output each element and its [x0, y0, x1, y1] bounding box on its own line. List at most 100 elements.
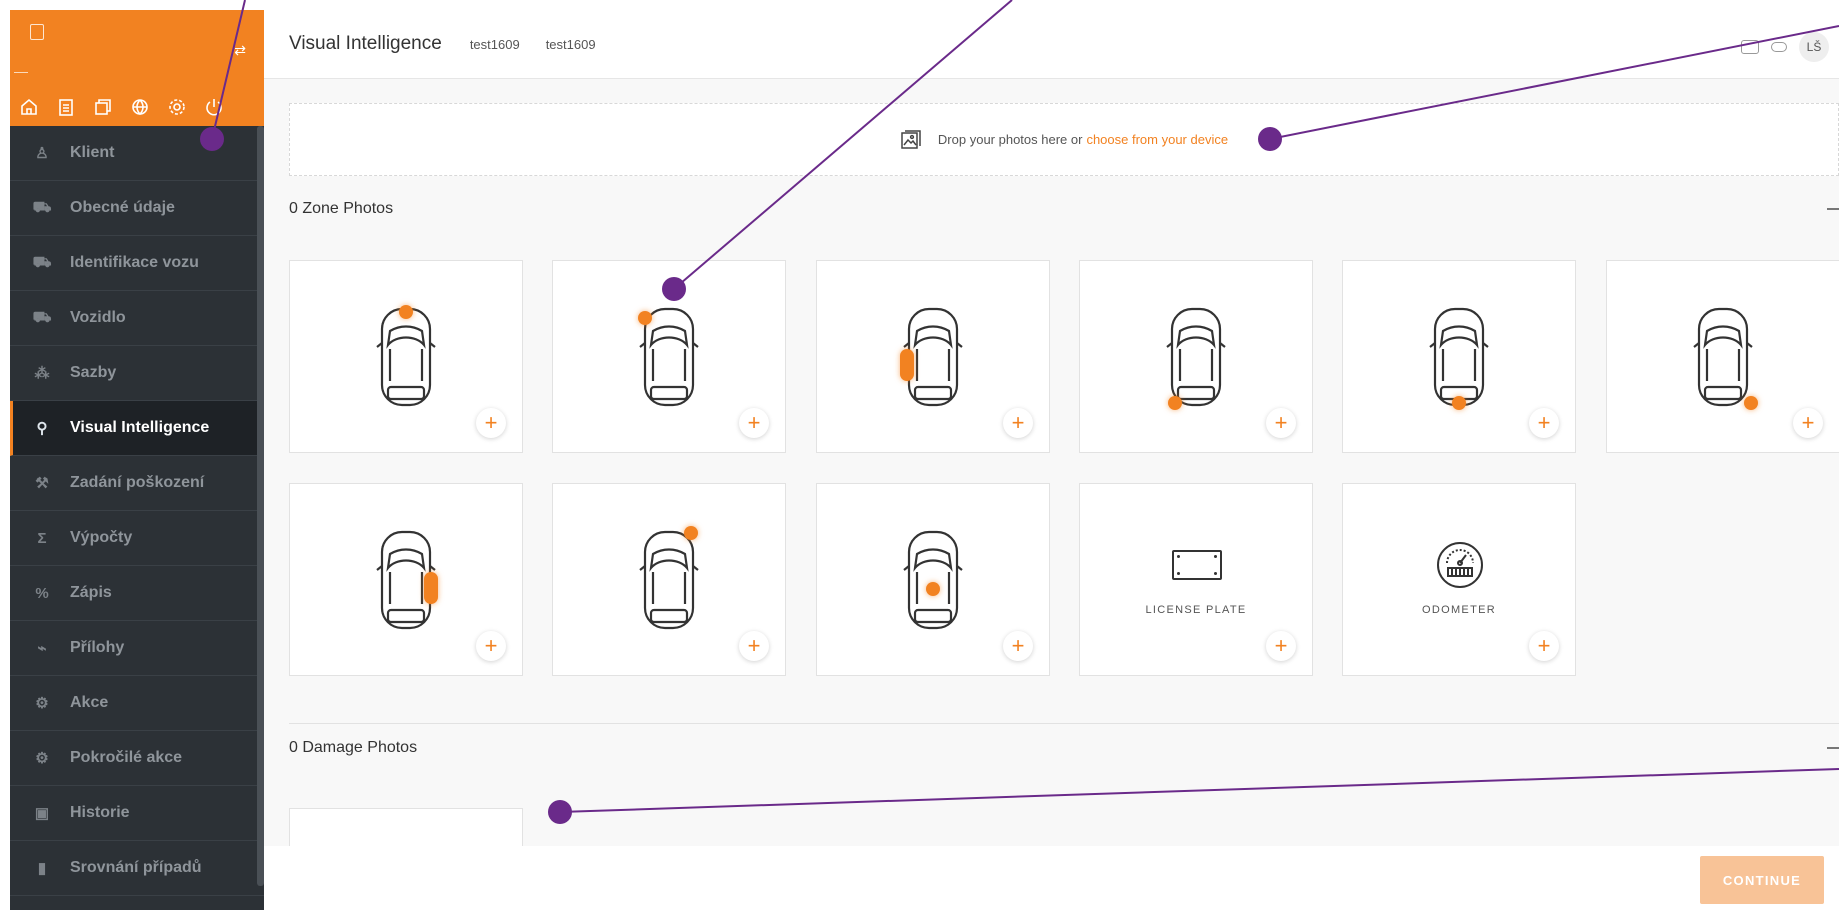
sidebar-item-label: Přílohy: [70, 639, 125, 656]
zone-card-right-side[interactable]: +: [289, 483, 523, 676]
zone-collapse-button[interactable]: [1827, 208, 1839, 210]
avatar[interactable]: LŠ: [1799, 32, 1829, 62]
page-title: Visual Intelligence: [289, 33, 442, 54]
odometer-icon: [1435, 540, 1485, 590]
add-photo-button[interactable]: +: [476, 408, 506, 438]
sidebar-item-vozidlo[interactable]: ⛟ Vozidlo: [10, 291, 264, 346]
car-outline-icon: [639, 528, 699, 632]
toggle-icon[interactable]: [1771, 42, 1787, 52]
sidebar-item-label: Historie: [70, 804, 130, 821]
continue-button[interactable]: CONTINUE: [1700, 856, 1824, 904]
image-upload-icon: [901, 129, 921, 149]
gears-icon: ⚙: [35, 695, 49, 712]
gear-icon[interactable]: [164, 94, 190, 120]
damage-photos-title: 0 Damage Photos: [289, 739, 418, 756]
sidebar-item-label: Zápis: [70, 584, 112, 601]
sidebar-item-label: Klient: [70, 144, 115, 161]
zone-marker: [399, 305, 413, 319]
zone-marker: [424, 572, 438, 604]
add-photo-button[interactable]: +: [739, 631, 769, 661]
history-icon: ▣: [34, 805, 50, 822]
coins-icon: ⁂: [34, 365, 50, 382]
dropzone-text: Drop your photos here or: [937, 132, 1083, 147]
license-plate-icon: [1172, 550, 1222, 580]
sidebar-item-sazby[interactable]: ⁂ Sazby: [10, 346, 264, 401]
bars-icon: ▮: [37, 860, 47, 877]
sidebar-scrollbar[interactable]: [257, 126, 264, 886]
sidebar-menu: ♙ Klient ⛟ Obecné údaje ⛟ Identifikace vozu…: [10, 126, 264, 896]
sidebar: ⇄ ♙ Klient ⛟ Obecné údaje ⛟ Identifikace vo…: [10, 10, 264, 910]
zone-card-rear-left[interactable]: +: [1079, 260, 1313, 453]
zone-card-license-plate[interactable]: LICENSE PLATE +: [1079, 483, 1313, 676]
sidebar-item-label: Visual Intelligence: [70, 419, 210, 436]
sidebar-item-identifikace-vozu[interactable]: ⛟ Identifikace vozu: [10, 236, 264, 291]
license-plate-label: LICENSE PLATE: [1145, 604, 1247, 616]
choose-from-device-link[interactable]: choose from your device: [1086, 132, 1228, 147]
car-front-icon: ⛟: [32, 253, 52, 271]
sidebar-item-historie[interactable]: ▣ Historie: [10, 786, 264, 841]
zone-marker: [900, 349, 914, 381]
odometer-label: ODOMETER: [1422, 604, 1496, 616]
add-photo-button[interactable]: +: [1793, 408, 1823, 438]
zone-card-interior[interactable]: +: [816, 483, 1050, 676]
add-photo-button[interactable]: +: [739, 408, 769, 438]
section-divider: [289, 723, 1839, 724]
zone-card-rear[interactable]: +: [1342, 260, 1576, 453]
collapse-arrows-icon[interactable]: ⇄: [234, 42, 246, 59]
divider: [14, 72, 28, 73]
car-outline-icon: [1429, 305, 1489, 409]
sidebar-item-label: Zadání poškození: [70, 474, 205, 491]
breadcrumb-subcase: test1609: [545, 36, 596, 52]
sidebar-header: ⇄: [10, 10, 264, 126]
header: Visual Intelligence test1609 test1609 LŠ: [264, 10, 1839, 79]
hammer-icon: ⚒: [35, 475, 49, 492]
person-icon: ♙: [35, 145, 49, 162]
sidebar-item-label: Srovnání případů: [70, 859, 202, 876]
power-icon[interactable]: [201, 94, 227, 120]
sidebar-item-klient[interactable]: ♙ Klient: [10, 126, 264, 181]
add-photo-button[interactable]: +: [476, 631, 506, 661]
home-icon[interactable]: [16, 94, 42, 120]
clipboard-icon[interactable]: [53, 94, 79, 120]
sidebar-item-vypocty[interactable]: Σ Výpočty: [10, 511, 264, 566]
copy-icon[interactable]: [90, 94, 116, 120]
zone-marker: [926, 582, 940, 596]
magnifier-icon: ⚲: [36, 420, 48, 437]
zone-card-front[interactable]: +: [289, 260, 523, 453]
add-photo-button[interactable]: +: [1529, 408, 1559, 438]
zone-card-front-right[interactable]: +: [552, 483, 786, 676]
sidebar-item-label: Pokročilé akce: [70, 749, 183, 766]
photo-dropzone[interactable]: Drop your photos here or choose from you…: [289, 103, 1839, 176]
add-photo-button[interactable]: +: [1529, 631, 1559, 661]
zone-card-left-side[interactable]: +: [816, 260, 1050, 453]
sidebar-item-zadani-poskozeni[interactable]: ⚒ Zadání poškození: [10, 456, 264, 511]
damage-collapse-button[interactable]: [1827, 747, 1839, 749]
sidebar-item-akce[interactable]: ⚙ Akce: [10, 676, 264, 731]
sidebar-item-label: Vozidlo: [70, 309, 126, 326]
zone-marker: [1168, 396, 1182, 410]
zone-card-odometer[interactable]: ODOMETER +: [1342, 483, 1576, 676]
add-photo-button[interactable]: +: [1266, 631, 1296, 661]
add-photo-button[interactable]: +: [1003, 408, 1033, 438]
globe-icon[interactable]: [127, 94, 153, 120]
sidebar-item-srovnani-pripadu[interactable]: ▮ Srovnání případů: [10, 841, 264, 896]
sidebar-item-visual-intelligence[interactable]: ⚲ Visual Intelligence: [10, 401, 264, 456]
app-window: ⇄ ♙ Klient ⛟ Obecné údaje ⛟ Identifikace vo…: [0, 0, 1839, 910]
sidebar-item-pokrocile-akce[interactable]: ⚙ Pokročilé akce: [10, 731, 264, 786]
sidebar-item-obecne-udaje[interactable]: ⛟ Obecné údaje: [10, 181, 264, 236]
sidebar-item-prilohy[interactable]: ⌁ Přílohy: [10, 621, 264, 676]
car-front-icon: ⛟: [32, 308, 52, 326]
sidebar-item-label: Obecné údaje: [70, 199, 175, 216]
sidebar-item-zapis[interactable]: % Zápis: [10, 566, 264, 621]
sigma-icon: Σ: [37, 529, 47, 547]
car-outline-icon: [1693, 305, 1753, 409]
main-content: Visual Intelligence test1609 test1609 LŠ…: [264, 10, 1839, 910]
zone-card-rear-right[interactable]: +: [1606, 260, 1839, 453]
add-photo-button[interactable]: +: [1266, 408, 1296, 438]
header-actions: LŠ: [1741, 32, 1829, 62]
zone-card-front-left[interactable]: +: [552, 260, 786, 453]
car-outline-icon: [903, 528, 963, 632]
add-photo-button[interactable]: +: [1003, 631, 1033, 661]
car-front-icon: ⛟: [32, 198, 52, 216]
camera-icon[interactable]: [1741, 40, 1759, 54]
